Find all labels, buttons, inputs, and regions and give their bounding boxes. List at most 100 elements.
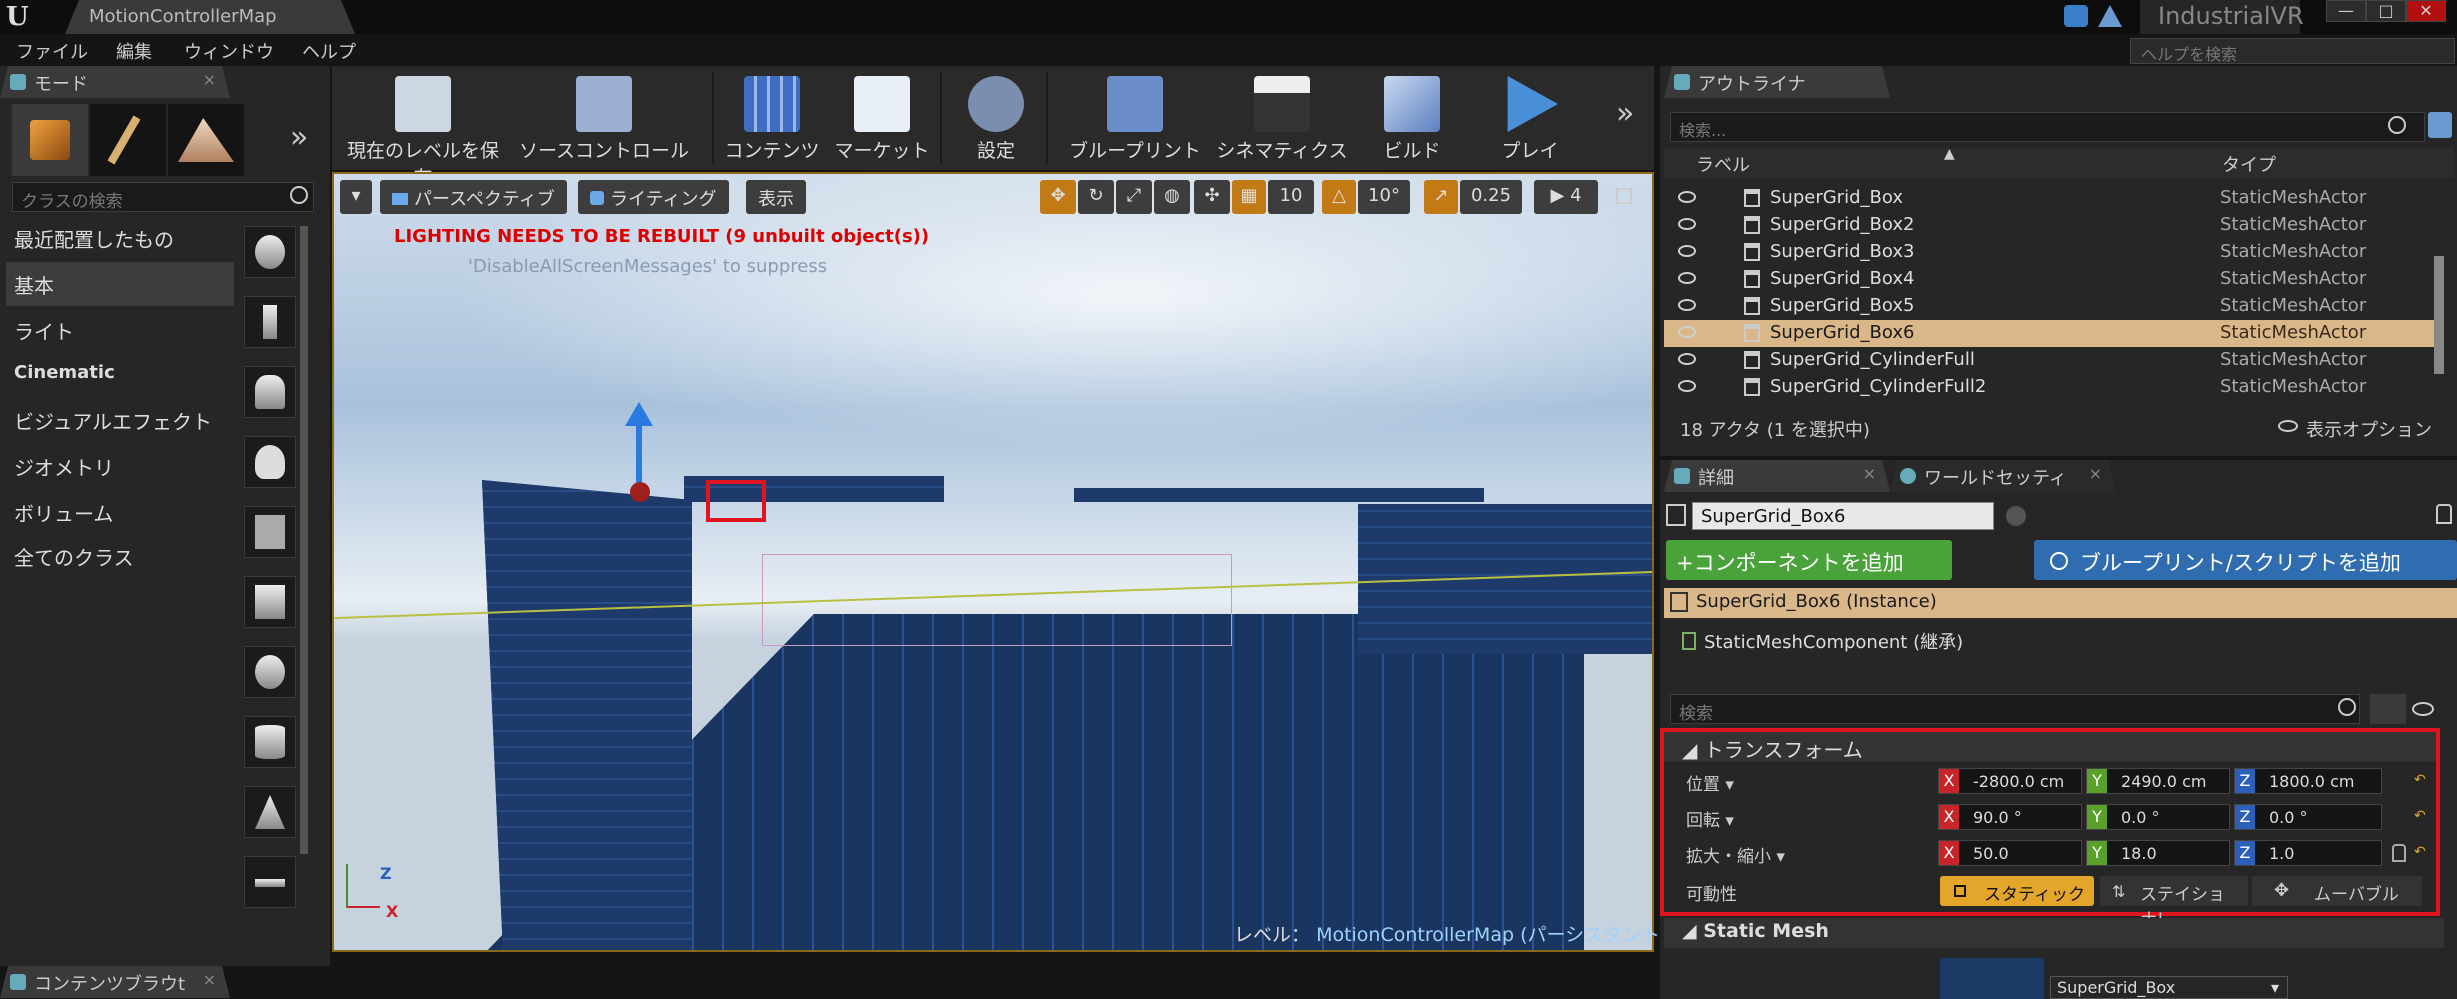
play-button[interactable]: プレイ — [1480, 70, 1580, 166]
scale-z-field[interactable]: Z 1.0 — [2234, 840, 2382, 866]
reset-scale-icon[interactable]: ↶ — [2414, 844, 2426, 860]
category-recent[interactable]: 最近配置したもの — [6, 216, 234, 260]
camera-speed-button[interactable]: ▶ 4 — [1534, 180, 1598, 214]
tab-details[interactable]: 詳細 × — [1664, 460, 1890, 492]
rotation-snap-value[interactable]: 10° — [1358, 180, 1410, 214]
lock-icon[interactable] — [2436, 504, 2452, 524]
actor-character-thumb[interactable] — [244, 296, 296, 348]
outliner-row[interactable]: SuperGrid_Box6 StaticMeshActor — [1664, 320, 2440, 347]
rotation-z-field[interactable]: Z 0.0 ° — [2234, 804, 2382, 830]
mode-landscape-button[interactable] — [168, 104, 244, 176]
rotation-label[interactable]: 回転 ▾ — [1686, 806, 1734, 831]
component-instance-row[interactable]: SuperGrid_Box6 (Instance) — [1664, 588, 2457, 618]
outliner-row[interactable]: SuperGrid_CylinderFull2 StaticMeshActor — [1664, 374, 2440, 401]
outliner-scrollbar[interactable] — [2434, 256, 2444, 374]
tab-outliner[interactable]: アウトライナ — [1664, 66, 1890, 98]
actor-pawn-thumb[interactable] — [244, 366, 296, 418]
reset-rotation-icon[interactable]: ↶ — [2414, 808, 2426, 824]
property-matrix-icon[interactable] — [2370, 694, 2406, 724]
expand-modes-icon[interactable]: » — [290, 120, 308, 155]
modes-scrollbar[interactable] — [300, 226, 308, 854]
category-all-classes[interactable]: 全てのクラス — [6, 534, 234, 578]
outliner-row[interactable]: SuperGrid_CylinderFull StaticMeshActor — [1664, 347, 2440, 374]
close-button[interactable]: ✕ — [2406, 0, 2446, 22]
rotate-mode-button[interactable]: ↻ — [1078, 180, 1114, 214]
outliner-search-input[interactable]: 検索... — [1670, 112, 2425, 142]
visibility-eye-icon[interactable] — [1678, 299, 1696, 311]
menu-edit[interactable]: 編集 — [116, 38, 152, 64]
translate-mode-button[interactable]: ✥ — [1040, 180, 1076, 214]
scale-snap-toggle[interactable]: ↗ — [1424, 180, 1458, 214]
visibility-eye-icon[interactable] — [1678, 272, 1696, 284]
menu-window[interactable]: ウィンドウ — [184, 38, 274, 64]
actor-cube-thumb[interactable] — [244, 576, 296, 628]
rotation-x-field[interactable]: X 90.0 ° — [1938, 804, 2082, 830]
component-static-mesh-row[interactable]: StaticMeshComponent (継承) — [1680, 628, 1963, 654]
transform-section-header[interactable]: ◢ トランスフォーム — [1664, 732, 2436, 762]
static-mesh-section-header[interactable]: ◢ Static Mesh — [1664, 918, 2444, 948]
actor-plane-thumb[interactable] — [244, 856, 296, 908]
level-viewport[interactable] — [332, 172, 1654, 952]
build-button[interactable]: ビルド — [1362, 70, 1462, 166]
grid-snap-value[interactable]: 10 — [1268, 180, 1314, 214]
grid-snap-toggle[interactable]: ▦ — [1232, 180, 1266, 214]
actor-player-start-thumb[interactable] — [244, 506, 296, 558]
rotation-snap-toggle[interactable]: △ — [1322, 180, 1356, 214]
help-search-input[interactable]: ヘルプを検索 — [2130, 38, 2455, 64]
column-label[interactable]: ラベル — [1696, 151, 1750, 177]
actor-empty-thumb[interactable] — [244, 226, 296, 278]
static-mesh-thumbnail[interactable] — [1940, 958, 2044, 999]
actor-point-light-thumb[interactable] — [244, 436, 296, 488]
outliner-row[interactable]: SuperGrid_Box2 StaticMeshActor — [1664, 212, 2440, 239]
static-mesh-select[interactable]: SuperGrid_Box ▾ — [2050, 976, 2288, 999]
menu-file[interactable]: ファイル — [16, 38, 88, 64]
settings-button[interactable]: 設定 — [946, 70, 1046, 166]
location-x-field[interactable]: X -2800.0 cm — [1938, 768, 2082, 794]
notification-icon[interactable] — [2064, 5, 2088, 27]
document-tab[interactable]: MotionControllerMap — [65, 0, 355, 34]
toolbar-more-icon[interactable]: » — [1616, 96, 1634, 131]
view-options-button[interactable]: 表示オプション — [2306, 416, 2432, 442]
scale-lock-icon[interactable] — [2392, 844, 2406, 862]
add-blueprint-button[interactable]: ブループリント/スクリプトを追加 — [2034, 540, 2457, 580]
tab-content-browser[interactable]: コンテンツブラウt × — [0, 966, 230, 998]
actor-cone-thumb[interactable] — [244, 786, 296, 838]
visibility-eye-icon[interactable] — [1678, 353, 1696, 365]
mobility-static-button[interactable]: スタティック — [1940, 876, 2094, 906]
maximize-viewport-icon[interactable] — [1616, 188, 1632, 204]
menu-help[interactable]: ヘルプ — [302, 38, 356, 64]
surface-snap-button[interactable]: ✣ — [1194, 180, 1230, 214]
source-control-button[interactable]: ソースコントロール — [516, 70, 692, 166]
category-geometry[interactable]: ジオメトリ — [6, 444, 234, 488]
scale-snap-value[interactable]: 0.25 — [1460, 180, 1522, 214]
category-cinematic[interactable]: Cinematic — [6, 354, 234, 398]
marketplace-button[interactable]: マーケット — [830, 70, 934, 166]
gizmo-pivot[interactable] — [630, 482, 650, 502]
visibility-eye-icon[interactable] — [1678, 380, 1696, 392]
location-label[interactable]: 位置 ▾ — [1686, 770, 1734, 795]
close-icon[interactable]: × — [2089, 464, 2102, 483]
visibility-eye-icon[interactable] — [1678, 218, 1696, 230]
reset-location-icon[interactable]: ↶ — [2414, 772, 2426, 788]
help-icon[interactable] — [2006, 506, 2026, 526]
scale-mode-button[interactable]: ⤢ — [1116, 180, 1152, 214]
mode-place-button[interactable] — [12, 104, 88, 176]
category-basic[interactable]: 基本 — [6, 262, 234, 306]
rotation-y-field[interactable]: Y 0.0 ° — [2086, 804, 2230, 830]
tab-modes[interactable]: モード × — [0, 66, 230, 98]
close-icon[interactable]: × — [203, 70, 216, 89]
mode-paint-button[interactable] — [90, 104, 166, 176]
outliner-row[interactable]: SuperGrid_Box5 StaticMeshActor — [1664, 293, 2440, 320]
scale-label[interactable]: 拡大・縮小 ▾ — [1686, 842, 1785, 867]
class-search-input[interactable]: クラスの検索 — [12, 182, 314, 212]
mobility-stationary-button[interactable]: ⇅ステイショナ! — [2100, 876, 2248, 930]
outliner-row[interactable]: SuperGrid_Box4 StaticMeshActor — [1664, 266, 2440, 293]
object-name-input[interactable]: SuperGrid_Box6 — [1692, 502, 1994, 530]
show-button[interactable]: 表示 — [746, 180, 806, 214]
eye-icon[interactable] — [2412, 702, 2434, 716]
perspective-button[interactable]: パースペクティブ — [380, 180, 567, 214]
blueprints-button[interactable]: ブループリント — [1050, 70, 1220, 166]
close-icon[interactable]: × — [1863, 464, 1876, 483]
visibility-eye-icon[interactable] — [1678, 326, 1696, 338]
world-local-button[interactable]: ◍ — [1154, 180, 1190, 214]
